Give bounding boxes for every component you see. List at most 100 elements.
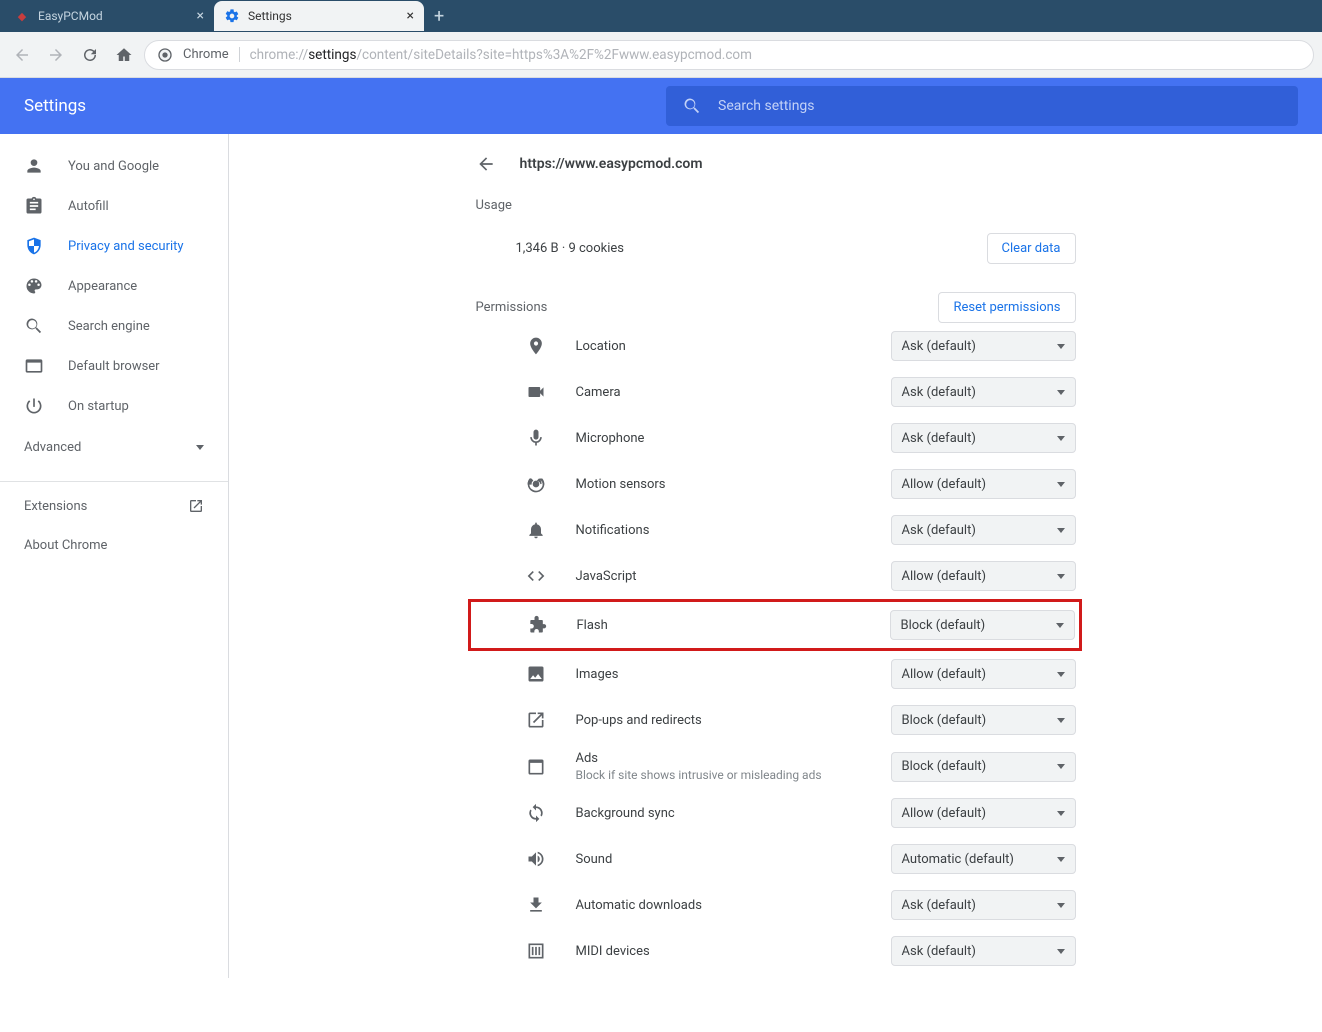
external-link-icon <box>188 498 204 514</box>
permissions-list: LocationAsk (default)CameraAsk (default)… <box>476 323 1076 974</box>
permission-label: Microphone <box>576 431 891 446</box>
permission-select[interactable]: Ask (default) <box>891 423 1076 453</box>
midi-devices-icon <box>476 941 576 961</box>
sidebar-item-on-startup[interactable]: On startup <box>0 386 228 426</box>
permission-select[interactable]: Allow (default) <box>891 561 1076 591</box>
browser-toolbar: Chrome chrome://settings/content/siteDet… <box>0 32 1322 78</box>
chevron-down-icon <box>1057 390 1065 395</box>
flash-icon <box>477 615 577 635</box>
permission-row-background-sync: Background syncAllow (default) <box>476 790 1076 836</box>
gear-icon <box>224 8 240 24</box>
sidebar-item-appearance[interactable]: Appearance <box>0 266 228 306</box>
permission-row-pop-ups-and-redirects: Pop-ups and redirectsBlock (default) <box>476 697 1076 743</box>
back-button[interactable] <box>8 41 36 69</box>
permission-select[interactable]: Block (default) <box>891 752 1076 782</box>
chevron-down-icon <box>1057 672 1065 677</box>
ads-icon <box>476 757 576 777</box>
background-sync-icon <box>476 803 576 823</box>
permission-row-sound: SoundAutomatic (default) <box>476 836 1076 882</box>
permission-row-microphone: MicrophoneAsk (default) <box>476 415 1076 461</box>
home-button[interactable] <box>110 41 138 69</box>
reset-permissions-button[interactable]: Reset permissions <box>938 292 1075 323</box>
tab-easypcmod[interactable]: ◆ EasyPCMod × <box>4 1 214 31</box>
permission-row-motion-sensors: Motion sensorsAllow (default) <box>476 461 1076 507</box>
permission-row-ads: AdsBlock if site shows intrusive or misl… <box>476 743 1076 790</box>
browser-tab-strip: ◆ EasyPCMod × Settings × + <box>0 0 1322 32</box>
permission-label: JavaScript <box>576 569 891 584</box>
shield-icon <box>24 236 44 256</box>
permission-row-midi-devices: MIDI devicesAsk (default) <box>476 928 1076 974</box>
sidebar-item-label: Default browser <box>68 359 160 374</box>
sound-icon <box>476 849 576 869</box>
permission-select[interactable]: Block (default) <box>891 705 1076 735</box>
clear-data-button[interactable]: Clear data <box>987 233 1076 264</box>
sidebar-item-search-engine[interactable]: Search engine <box>0 306 228 346</box>
chevron-down-icon <box>1057 949 1065 954</box>
permission-select[interactable]: Ask (default) <box>891 890 1076 920</box>
sidebar-item-label: Advanced <box>24 440 81 455</box>
sidebar-item-default-browser[interactable]: Default browser <box>0 346 228 386</box>
pop-ups-and-redirects-icon <box>476 710 576 730</box>
permission-select[interactable]: Ask (default) <box>891 936 1076 966</box>
chevron-down-icon <box>1057 903 1065 908</box>
search-icon <box>24 316 44 336</box>
microphone-icon <box>476 428 576 448</box>
sidebar-item-label: Autofill <box>68 199 109 214</box>
reload-button[interactable] <box>76 41 104 69</box>
permission-label: Sound <box>576 852 891 867</box>
permission-label: Motion sensors <box>576 477 891 492</box>
browser-icon <box>24 356 44 376</box>
chevron-down-icon <box>1057 718 1065 723</box>
permission-select[interactable]: Ask (default) <box>891 515 1076 545</box>
notifications-icon <box>476 520 576 540</box>
permission-label: AdsBlock if site shows intrusive or misl… <box>576 751 891 782</box>
address-bar[interactable]: Chrome chrome://settings/content/siteDet… <box>144 40 1314 70</box>
permission-label: Background sync <box>576 806 891 821</box>
search-input[interactable] <box>718 98 1282 114</box>
sidebar-item-privacy[interactable]: Privacy and security <box>0 226 228 266</box>
sidebar-item-label: You and Google <box>68 159 159 174</box>
omnibox-badge: Chrome <box>183 47 240 62</box>
chevron-down-icon <box>1057 811 1065 816</box>
tab-title: EasyPCMod <box>38 9 103 23</box>
permission-label: Automatic downloads <box>576 898 891 913</box>
chevron-down-icon <box>1057 574 1065 579</box>
back-arrow-icon[interactable] <box>476 154 496 174</box>
sidebar-item-label: Appearance <box>68 279 137 294</box>
camera-icon <box>476 382 576 402</box>
permission-select[interactable]: Allow (default) <box>891 469 1076 499</box>
images-icon <box>476 664 576 684</box>
permission-select[interactable]: Allow (default) <box>891 659 1076 689</box>
sidebar-item-label: On startup <box>68 399 129 414</box>
sidebar-item-autofill[interactable]: Autofill <box>0 186 228 226</box>
sidebar-item-about[interactable]: About Chrome <box>0 526 228 565</box>
permission-select[interactable]: Ask (default) <box>891 377 1076 407</box>
chevron-down-icon <box>196 445 204 450</box>
chevron-down-icon <box>1057 857 1065 862</box>
sidebar-item-extensions[interactable]: Extensions <box>0 486 228 526</box>
new-tab-button[interactable]: + <box>424 6 454 27</box>
close-icon[interactable]: × <box>197 8 204 24</box>
permission-select[interactable]: Ask (default) <box>891 331 1076 361</box>
site-info-icon[interactable] <box>157 47 173 63</box>
sidebar-advanced[interactable]: Advanced <box>0 426 228 469</box>
main-content: https://www.easypcmod.com Usage 1,346 B … <box>228 134 1322 978</box>
power-icon <box>24 396 44 416</box>
tab-settings[interactable]: Settings × <box>214 1 424 31</box>
location-icon <box>476 336 576 356</box>
permission-row-flash: FlashBlock (default) <box>468 599 1082 651</box>
permission-select[interactable]: Automatic (default) <box>891 844 1076 874</box>
search-settings-box[interactable] <box>666 86 1298 126</box>
forward-button[interactable] <box>42 41 70 69</box>
permission-label: Notifications <box>576 523 891 538</box>
permission-label: Images <box>576 667 891 682</box>
sidebar-item-you-and-google[interactable]: You and Google <box>0 146 228 186</box>
chevron-down-icon <box>1057 344 1065 349</box>
sidebar-item-label: Privacy and security <box>68 239 184 254</box>
permission-select[interactable]: Block (default) <box>890 610 1075 640</box>
permissions-label: Permissions <box>476 300 548 315</box>
permission-select[interactable]: Allow (default) <box>891 798 1076 828</box>
close-icon[interactable]: × <box>407 8 414 24</box>
javascript-icon <box>476 566 576 586</box>
permission-row-automatic-downloads: Automatic downloadsAsk (default) <box>476 882 1076 928</box>
